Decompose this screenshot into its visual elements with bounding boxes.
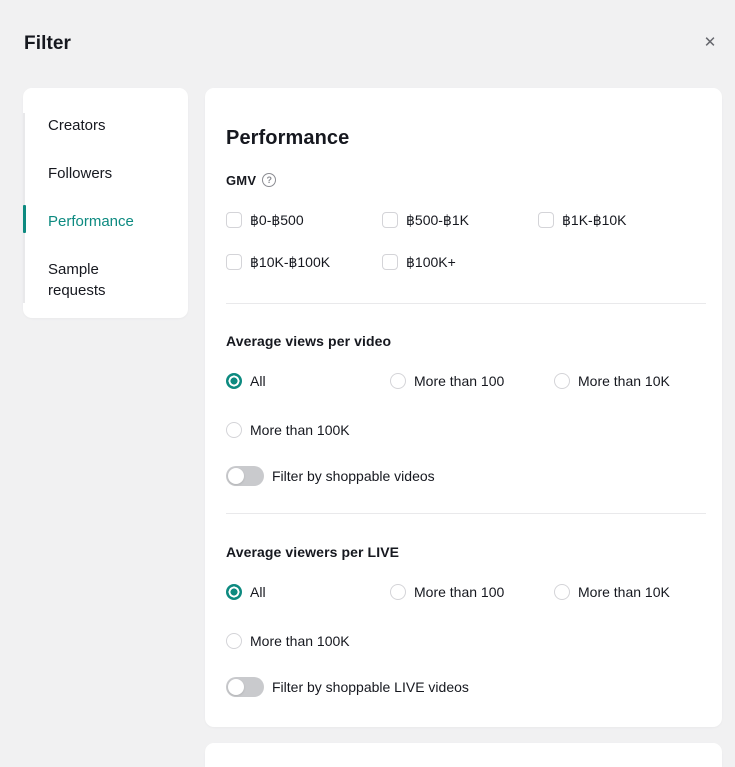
radio-icon[interactable] — [390, 373, 406, 389]
live-option-more-100[interactable]: More than 100 — [390, 583, 554, 601]
sidebar-item-performance[interactable]: Performance — [48, 211, 160, 232]
views-option-more-100[interactable]: More than 100 — [390, 372, 554, 390]
radio-label: All — [250, 372, 266, 390]
filter-dialog: Filter ✕ Creators Followers Performance … — [0, 0, 735, 750]
radio-label: More than 100 — [414, 372, 504, 390]
radio-icon[interactable] — [554, 584, 570, 600]
close-icon: ✕ — [704, 35, 717, 50]
radio-icon[interactable] — [226, 422, 242, 438]
radio-selected-icon[interactable] — [226, 373, 242, 389]
shoppable-live-toggle[interactable] — [226, 677, 264, 697]
gmv-checkbox-row-2: ฿10K-฿100K ฿100K+ — [226, 251, 706, 273]
checkbox-icon[interactable] — [226, 254, 242, 270]
live-option-more-10k[interactable]: More than 10K — [554, 583, 670, 601]
shoppable-live-toggle-row: Filter by shoppable LIVE videos — [226, 677, 706, 697]
gmv-option-500-1k[interactable]: ฿500-฿1K — [382, 211, 538, 229]
sidebar-item-sample-requests[interactable]: Sample requests — [48, 259, 160, 301]
checkbox-label: ฿10K-฿100K — [250, 253, 330, 271]
radio-label: All — [250, 583, 266, 601]
sidebar-item-followers[interactable]: Followers — [48, 163, 160, 184]
section-divider — [226, 303, 706, 304]
live-section-label: Average viewers per LIVE — [226, 543, 706, 561]
filter-category-sidebar: Creators Followers Performance Sample re… — [23, 88, 188, 318]
views-radio-row-2: More than 100K — [226, 419, 706, 441]
radio-label: More than 100K — [250, 421, 350, 439]
gmv-checkbox-row-1: ฿0-฿500 ฿500-฿1K ฿1K-฿10K — [226, 209, 706, 231]
help-icon[interactable]: ? — [262, 173, 276, 187]
radio-label: More than 100 — [414, 583, 504, 601]
checkbox-label: ฿500-฿1K — [406, 211, 469, 229]
live-option-all[interactable]: All — [226, 583, 390, 601]
radio-selected-icon[interactable] — [226, 584, 242, 600]
checkbox-label: ฿100K+ — [406, 253, 456, 271]
sidebar-list: Creators Followers Performance Sample re… — [48, 115, 178, 328]
gmv-option-100k-plus[interactable]: ฿100K+ — [382, 253, 456, 271]
panel-title: Performance — [226, 125, 706, 151]
checkbox-icon[interactable] — [382, 254, 398, 270]
shoppable-videos-toggle-row: Filter by shoppable videos — [226, 466, 706, 486]
live-radio-row-1: All More than 100 More than 10K — [226, 581, 706, 603]
checkbox-label: ฿1K-฿10K — [562, 211, 627, 229]
shoppable-videos-toggle[interactable] — [226, 466, 264, 486]
section-divider — [226, 513, 706, 514]
gmv-label: GMV — [226, 173, 256, 188]
checkbox-icon[interactable] — [538, 212, 554, 228]
radio-icon[interactable] — [390, 584, 406, 600]
checkbox-icon[interactable] — [226, 212, 242, 228]
views-option-more-10k[interactable]: More than 10K — [554, 372, 670, 390]
gmv-option-10k-100k[interactable]: ฿10K-฿100K — [226, 253, 382, 271]
toggle-knob — [228, 679, 244, 695]
performance-panel: Performance GMV ? ฿0-฿500 ฿500-฿1K ฿1K-฿… — [205, 88, 722, 727]
gmv-option-1k-10k[interactable]: ฿1K-฿10K — [538, 211, 627, 229]
toggle-label: Filter by shoppable LIVE videos — [272, 678, 469, 696]
live-radio-row-2: More than 100K — [226, 630, 706, 652]
sidebar-item-creators[interactable]: Creators — [48, 115, 160, 136]
views-section-label: Average views per video — [226, 332, 706, 350]
radio-label: More than 10K — [578, 372, 670, 390]
active-tab-indicator — [23, 205, 26, 233]
checkbox-icon[interactable] — [382, 212, 398, 228]
gmv-label-row: GMV ? — [226, 172, 706, 188]
radio-icon[interactable] — [226, 633, 242, 649]
checkbox-label: ฿0-฿500 — [250, 211, 304, 229]
close-button[interactable]: ✕ — [699, 31, 721, 53]
live-option-more-100k[interactable]: More than 100K — [226, 632, 350, 650]
views-option-all[interactable]: All — [226, 372, 390, 390]
views-radio-row-1: All More than 100 More than 10K — [226, 370, 706, 392]
radio-label: More than 100K — [250, 632, 350, 650]
dialog-title: Filter — [24, 33, 71, 55]
next-section-card — [205, 743, 722, 767]
toggle-label: Filter by shoppable videos — [272, 467, 435, 485]
toggle-knob — [228, 468, 244, 484]
radio-icon[interactable] — [554, 373, 570, 389]
views-option-more-100k[interactable]: More than 100K — [226, 421, 350, 439]
gmv-option-0-500[interactable]: ฿0-฿500 — [226, 211, 382, 229]
radio-label: More than 10K — [578, 583, 670, 601]
